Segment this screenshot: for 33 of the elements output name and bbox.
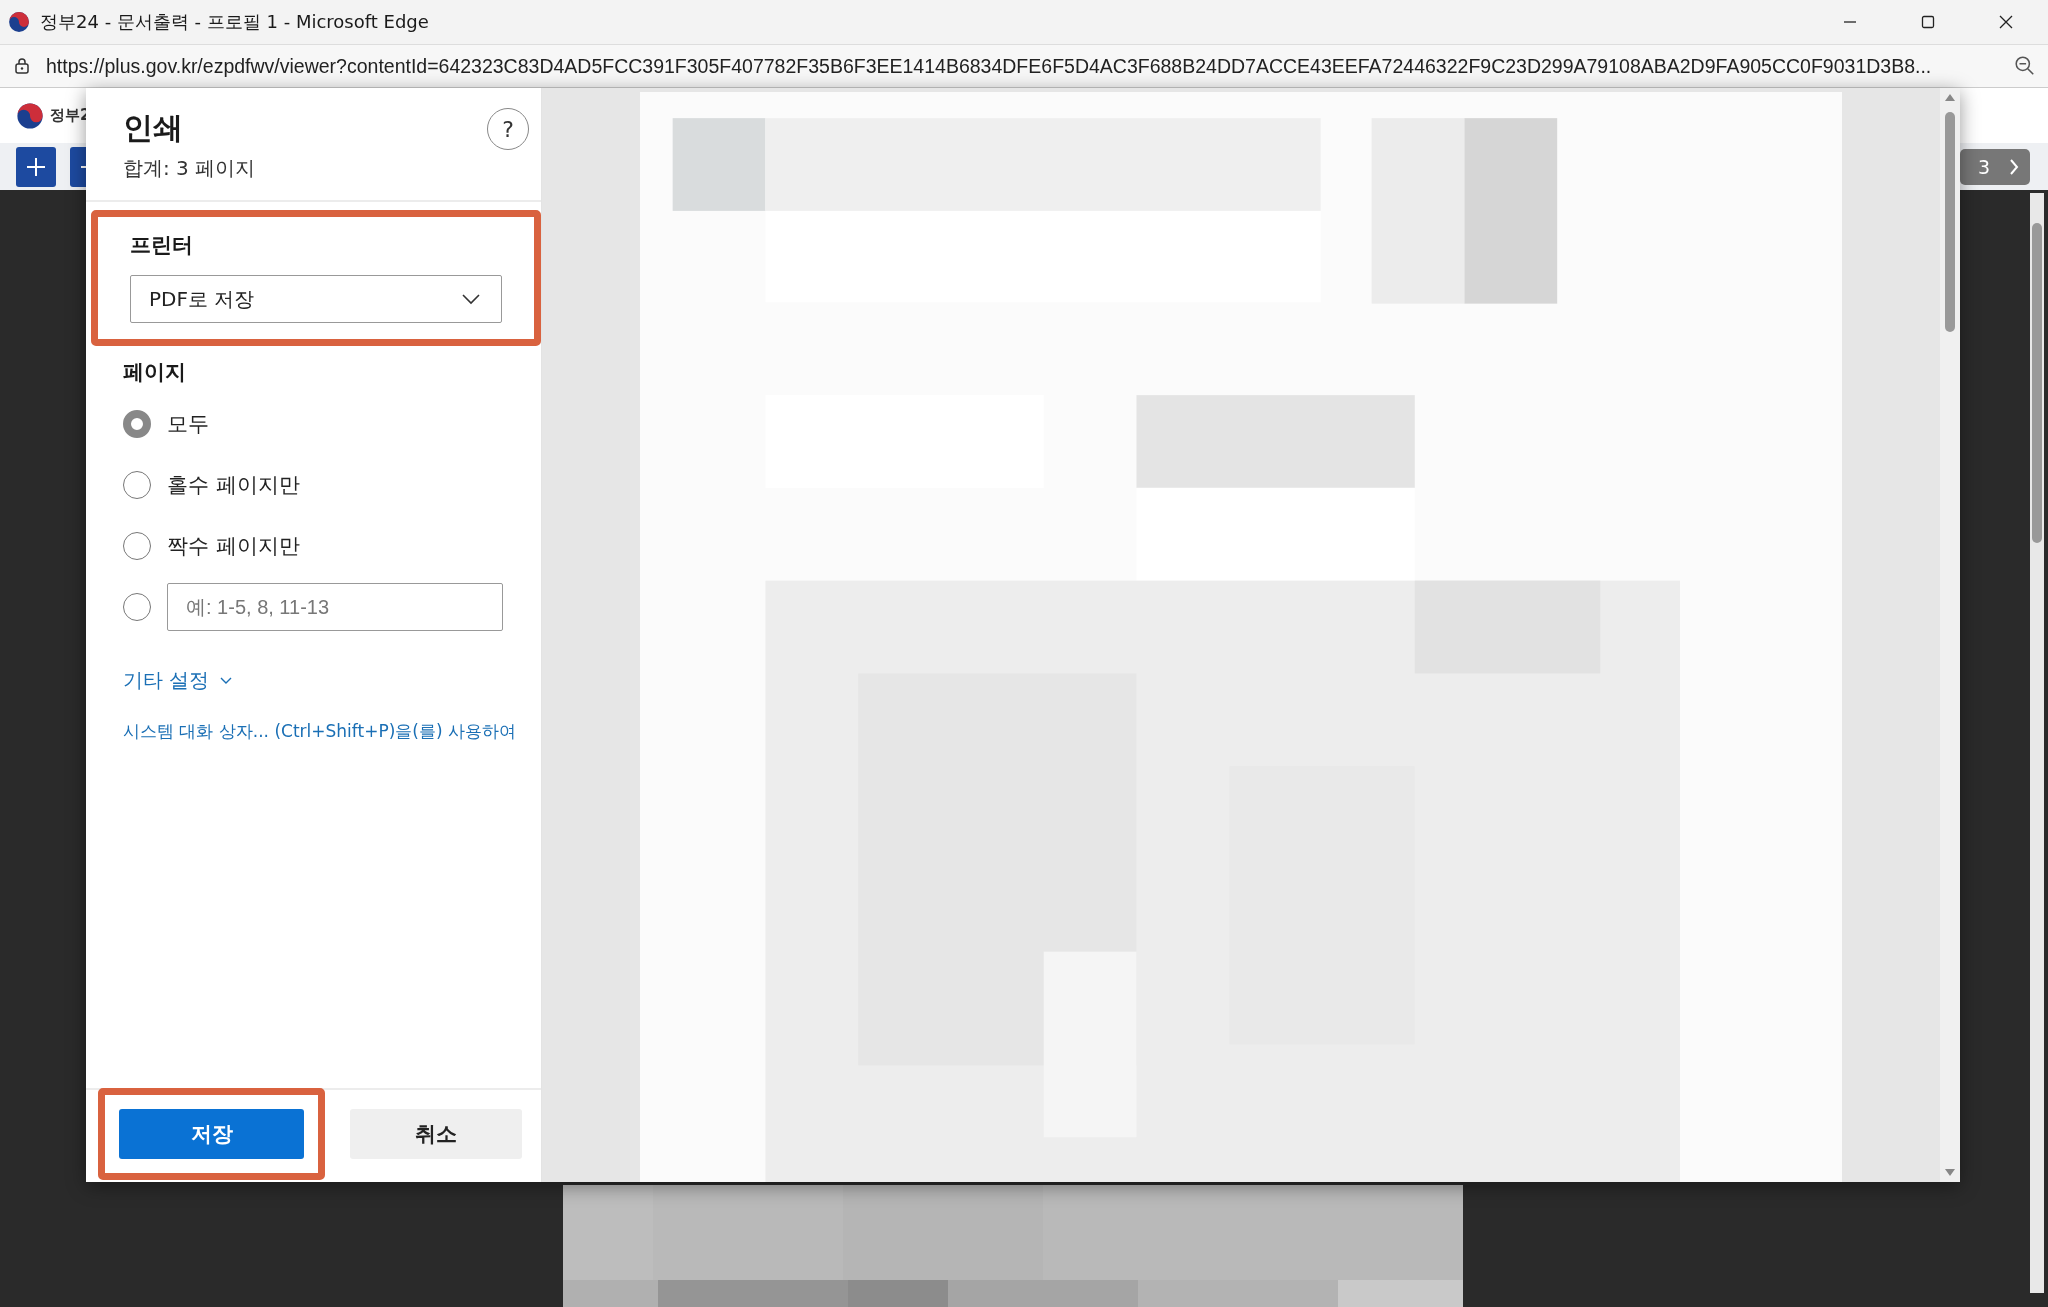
- radio-button[interactable]: [123, 409, 151, 438]
- zoom-out-icon[interactable]: [2014, 55, 2036, 77]
- preview-scrollbar[interactable]: [1940, 88, 1960, 1182]
- cancel-button[interactable]: 취소: [350, 1109, 522, 1159]
- system-dialog-link[interactable]: 시스템 대화 상자... (Ctrl+Shift+P)을(를) 사용하여: [86, 694, 541, 743]
- scroll-down-arrow-icon[interactable]: [1944, 1168, 1956, 1178]
- radio-label[interactable]: 모두: [167, 409, 209, 438]
- save-button[interactable]: 저장: [119, 1109, 304, 1159]
- help-button[interactable]: ?: [487, 108, 529, 150]
- scroll-up-arrow-icon[interactable]: [1944, 92, 1956, 102]
- page-range-field[interactable]: 예: 1-5, 8, 11-13: [167, 583, 503, 631]
- radio-button[interactable]: [123, 531, 151, 560]
- more-settings-link[interactable]: 기타 설정: [123, 667, 210, 694]
- radio-button[interactable]: [123, 593, 151, 621]
- plus-button[interactable]: [16, 146, 56, 187]
- chevron-down-icon: [461, 293, 481, 305]
- emblem-icon: [16, 101, 44, 130]
- dialog-title: 인쇄: [123, 109, 184, 147]
- radio-label[interactable]: 짝수 페이지만: [167, 531, 300, 560]
- page-scrollbar[interactable]: [2030, 193, 2044, 1293]
- radio-label[interactable]: 홀수 페이지만: [167, 470, 300, 499]
- printer-label: 프린터: [130, 232, 194, 259]
- pages-label: 페이지: [123, 359, 187, 386]
- chevron-down-icon: [219, 676, 234, 685]
- emblem-icon: [8, 11, 30, 33]
- printer-dropdown[interactable]: PDF로 저장: [130, 275, 502, 323]
- page-total: 합계: 3 페이지: [123, 155, 256, 182]
- radio-button[interactable]: [123, 470, 151, 499]
- pager[interactable]: 3: [1960, 148, 2030, 185]
- scrollbar-thumb[interactable]: [1945, 112, 1955, 332]
- scrollbar-thumb[interactable]: [2032, 223, 2042, 543]
- window-title: 정부24 - 문서출력 - 프로필 1 - Microsoft Edge: [40, 10, 429, 34]
- lock-icon[interactable]: [12, 56, 32, 76]
